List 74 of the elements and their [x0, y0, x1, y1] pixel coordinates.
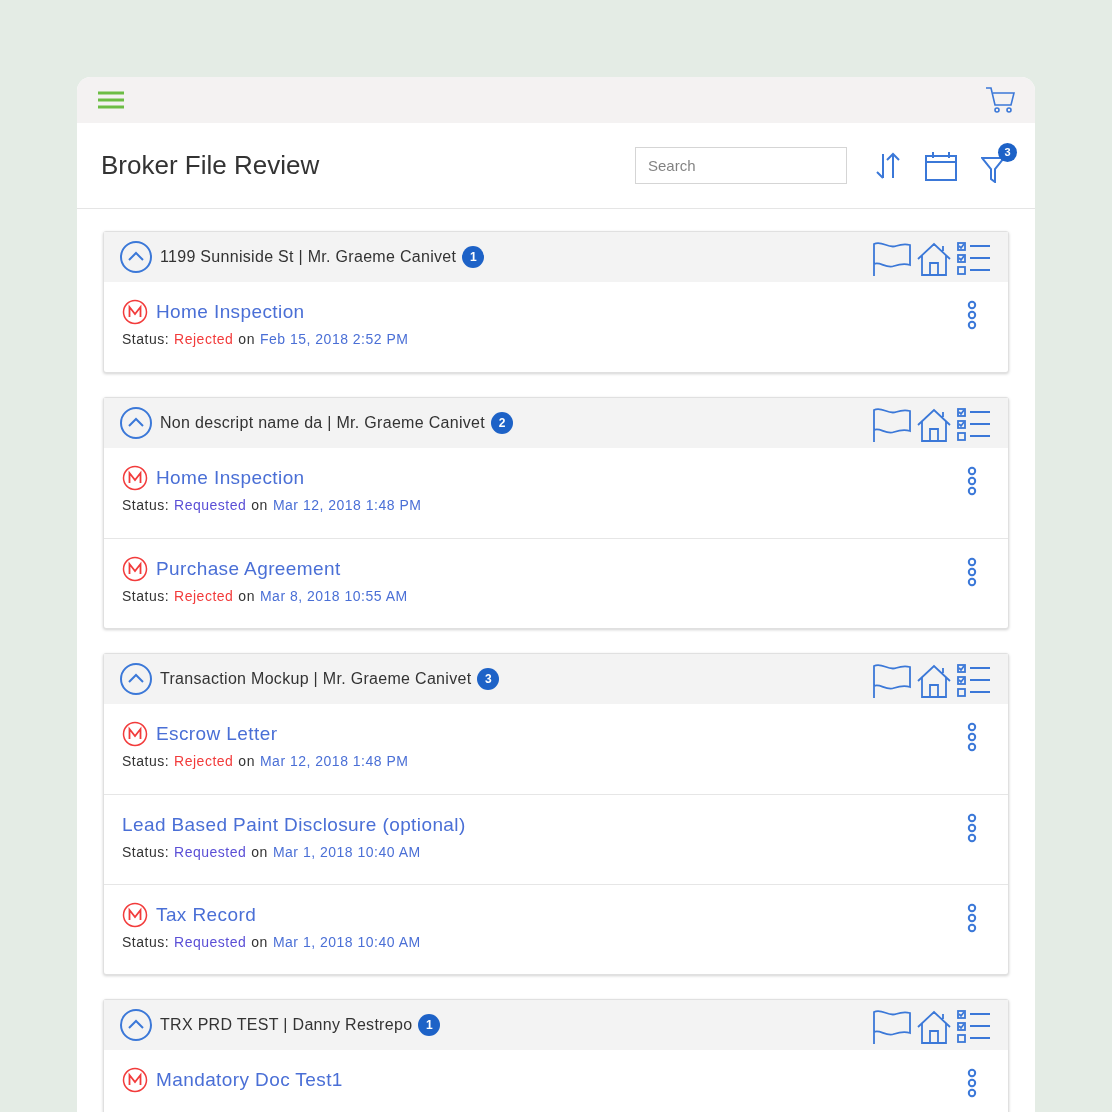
- filter-icon[interactable]: [981, 156, 1005, 183]
- date-prefix: on: [238, 751, 255, 771]
- document-link[interactable]: Tax Record: [156, 901, 257, 930]
- chevron-icon[interactable]: [120, 663, 152, 695]
- document-link[interactable]: Purchase Agreement: [156, 555, 341, 584]
- group-title: Non descript name da | Mr. Graeme Canivet: [160, 413, 486, 433]
- status-label: Status:: [122, 586, 170, 606]
- more-options-icon[interactable]: [966, 813, 978, 843]
- flag-icon[interactable]: [872, 407, 912, 443]
- filter-count-badge: 3: [998, 142, 1017, 162]
- checklist-icon[interactable]: [956, 663, 992, 699]
- house-icon[interactable]: [916, 663, 952, 699]
- status-label: Status:: [122, 842, 170, 862]
- checklist-icon[interactable]: [956, 1009, 992, 1045]
- date-prefix: on: [238, 586, 255, 606]
- group-header[interactable]: TRX PRD TEST | Danny Restrepo 1: [104, 1000, 1008, 1050]
- status-value: Requested: [174, 932, 247, 952]
- more-options-icon[interactable]: [966, 1068, 978, 1098]
- status-value: Rejected: [174, 586, 234, 606]
- flag-icon[interactable]: [872, 663, 912, 699]
- status-value: Requested: [174, 495, 247, 515]
- more-options-icon[interactable]: [966, 903, 978, 933]
- document-link[interactable]: Escrow Letter: [156, 720, 278, 749]
- menu-icon[interactable]: [97, 90, 125, 110]
- document-link[interactable]: Mandatory Doc Test1: [156, 1066, 343, 1095]
- group-title: Transaction Mockup | Mr. Graeme Canivet: [160, 669, 472, 689]
- status-date: Mar 8, 2018 10:55 AM: [259, 586, 408, 606]
- flag-icon[interactable]: [872, 241, 912, 277]
- count-badge: 1: [418, 1014, 441, 1036]
- cart-icon[interactable]: [985, 86, 1015, 114]
- status-date: Mar 12, 2018 1:48 PM: [272, 495, 422, 515]
- status-value: Requested: [174, 842, 247, 862]
- status-date: Mar 1, 2018 10:40 AM: [272, 932, 421, 952]
- group-header[interactable]: Non descript name da | Mr. Graeme Canivet 2: [104, 398, 1008, 448]
- flag-icon[interactable]: [872, 1009, 912, 1045]
- page-title: Broker File Review: [101, 149, 320, 182]
- search-field[interactable]: Search: [635, 147, 847, 184]
- document-link[interactable]: Lead Based Paint Disclosure (optional): [122, 811, 466, 840]
- status-date: Mar 12, 2018 1:48 PM: [259, 751, 409, 771]
- more-options-icon[interactable]: [966, 722, 978, 752]
- status-date: Mar 1, 2018 10:40 AM: [272, 842, 421, 862]
- date-prefix: on: [251, 932, 268, 952]
- house-icon[interactable]: [916, 407, 952, 443]
- group-title: TRX PRD TEST | Danny Restrepo: [160, 1015, 413, 1035]
- more-options-icon[interactable]: [966, 557, 978, 587]
- more-options-icon[interactable]: [966, 300, 978, 330]
- group-header[interactable]: 1199 Sunniside St | Mr. Graeme Canivet 1: [104, 232, 1008, 282]
- count-badge: 2: [491, 412, 514, 434]
- chevron-icon[interactable]: [120, 1009, 152, 1041]
- sort-icon[interactable]: [875, 151, 901, 180]
- document-link[interactable]: Home Inspection: [156, 298, 305, 327]
- chevron-icon[interactable]: [120, 407, 152, 439]
- document-link[interactable]: Home Inspection: [156, 464, 305, 493]
- count-badge: 3: [477, 668, 500, 690]
- date-prefix: on: [251, 495, 268, 515]
- status-value: Rejected: [174, 329, 234, 349]
- checklist-icon[interactable]: [956, 407, 992, 443]
- house-icon[interactable]: [916, 241, 952, 277]
- status-label: Status:: [122, 751, 170, 771]
- date-prefix: on: [251, 842, 268, 862]
- house-icon[interactable]: [916, 1009, 952, 1045]
- chevron-icon[interactable]: [120, 241, 152, 273]
- status-value: Rejected: [174, 751, 234, 771]
- group-header[interactable]: Transaction Mockup | Mr. Graeme Canivet 3: [104, 654, 1008, 704]
- status-date: Feb 15, 2018 2:52 PM: [259, 329, 409, 349]
- status-label: Status:: [122, 495, 170, 515]
- status-label: Status:: [122, 932, 170, 952]
- group-title: 1199 Sunniside St | Mr. Graeme Canivet: [160, 247, 457, 267]
- checklist-icon[interactable]: [956, 241, 992, 277]
- count-badge: 1: [462, 246, 485, 268]
- status-label: Status:: [122, 329, 170, 349]
- calendar-icon[interactable]: [925, 150, 957, 181]
- more-options-icon[interactable]: [966, 466, 978, 496]
- date-prefix: on: [238, 329, 255, 349]
